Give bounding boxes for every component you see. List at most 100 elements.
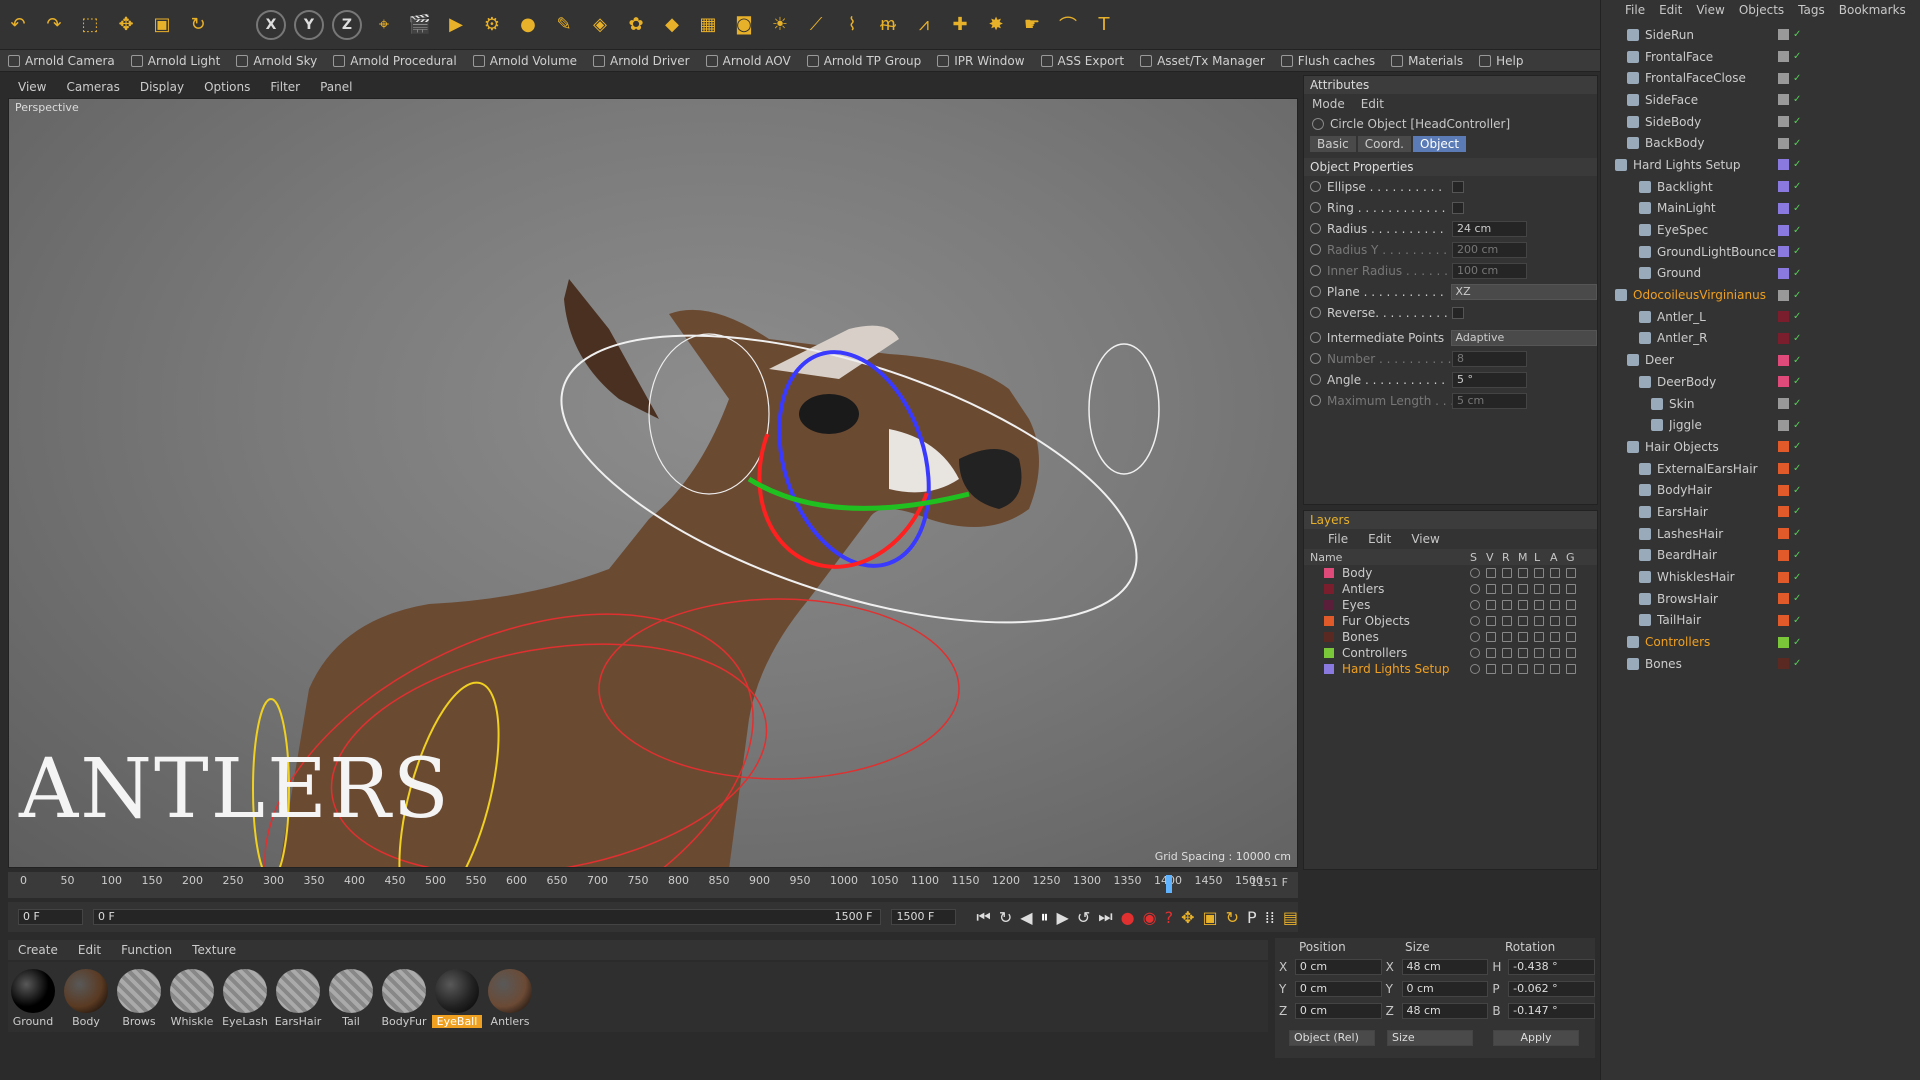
object-layer-tag[interactable] — [1778, 116, 1789, 128]
undo-icon[interactable]: ↶ — [1, 8, 35, 42]
object-tree-item[interactable]: Backlight ✓ — [1601, 176, 1920, 198]
layer-row[interactable]: Body — [1304, 565, 1597, 581]
visibility-check-icon[interactable]: ✓ — [1793, 506, 1801, 517]
arnold-button-13[interactable]: Help — [1471, 50, 1531, 72]
joint-icon[interactable]: ✚ — [943, 8, 977, 42]
visibility-check-icon[interactable]: ✓ — [1793, 398, 1801, 409]
visibility-check-icon[interactable]: ✓ — [1793, 268, 1801, 279]
object-tree-item[interactable]: Bones ✓ — [1601, 653, 1920, 675]
animate-radio[interactable] — [1310, 307, 1321, 318]
viewport-menu-4[interactable]: Filter — [260, 80, 310, 94]
property-value-field[interactable]: 200 cm — [1452, 241, 1527, 258]
object-tree-item[interactable]: MainLight ✓ — [1601, 198, 1920, 220]
rotation-field[interactable]: -0.147 ° — [1508, 1003, 1596, 1019]
object-layer-tag[interactable] — [1778, 311, 1789, 323]
key-pla-icon[interactable]: ⁞⁞ — [1265, 908, 1275, 927]
step-forward-icon[interactable]: ▶ — [1057, 908, 1069, 927]
render-picture-viewer-icon[interactable]: ▶ — [439, 8, 473, 42]
layer-toggle-icon[interactable] — [1566, 600, 1576, 610]
z-axis-lock-button[interactable]: Z — [332, 9, 362, 40]
object-layer-tag[interactable] — [1778, 593, 1789, 605]
layer-toggle-icon[interactable] — [1550, 568, 1560, 578]
layer-toggle-icon[interactable] — [1518, 632, 1528, 642]
layer-toggle-icon[interactable] — [1486, 568, 1496, 578]
object-layer-tag[interactable] — [1778, 549, 1789, 561]
arnold-button-7[interactable]: Arnold TP Group — [799, 50, 930, 72]
object-layer-tag[interactable] — [1778, 571, 1789, 583]
layer-toggle-icon[interactable] — [1550, 616, 1560, 626]
material-item[interactable]: Brows — [114, 966, 164, 1028]
playhead[interactable] — [1166, 875, 1172, 893]
object-tree-item[interactable]: Controllers ✓ — [1601, 631, 1920, 653]
timeline-icon[interactable]: ▤ — [1283, 908, 1298, 927]
record-icon[interactable]: ● — [1121, 908, 1135, 927]
property-checkbox[interactable] — [1452, 180, 1464, 193]
bone-icon[interactable]: ✸ — [979, 8, 1013, 42]
sphere-icon[interactable]: ● — [511, 8, 545, 42]
arnold-button-10[interactable]: Asset/Tx Manager — [1132, 50, 1273, 72]
object-layer-tag[interactable] — [1778, 159, 1789, 171]
loop-forward-icon[interactable]: ↺ — [1077, 908, 1090, 927]
preview-range-slider[interactable]: 0 F 1500 F — [92, 909, 882, 925]
visibility-check-icon[interactable]: ✓ — [1793, 637, 1801, 648]
object-tree-item[interactable]: OdocoileusVirginianus ✓ — [1601, 284, 1920, 306]
key-scale-icon[interactable]: ▣ — [1203, 908, 1218, 927]
viewport-menu-0[interactable]: View — [8, 80, 56, 94]
viewport-menu-5[interactable]: Panel — [310, 80, 362, 94]
attr-menu-edit[interactable]: Edit — [1361, 97, 1384, 111]
layer-toggle-icon[interactable] — [1486, 600, 1496, 610]
arnold-button-9[interactable]: ASS Export — [1033, 50, 1133, 72]
visibility-check-icon[interactable]: ✓ — [1793, 355, 1801, 366]
x-axis-lock-button[interactable]: X — [256, 9, 286, 40]
visibility-check-icon[interactable]: ✓ — [1793, 550, 1801, 561]
object-layer-tag[interactable] — [1778, 463, 1789, 475]
key-param-icon[interactable]: P — [1247, 908, 1257, 927]
object-layer-tag[interactable] — [1778, 181, 1789, 193]
visibility-check-icon[interactable]: ✓ — [1793, 485, 1801, 496]
animate-radio[interactable] — [1310, 265, 1321, 276]
layer-toggle-icon[interactable] — [1518, 664, 1528, 674]
layer-toggle-icon[interactable] — [1550, 632, 1560, 642]
rotation-field[interactable]: -0.062 ° — [1508, 981, 1596, 997]
curve-icon[interactable]: ⌒ — [1051, 8, 1085, 42]
layer-toggle-icon[interactable] — [1502, 664, 1512, 674]
layer-toggle-icon[interactable] — [1518, 648, 1528, 658]
animate-radio[interactable] — [1310, 244, 1321, 255]
arnold-button-1[interactable]: Arnold Light — [123, 50, 229, 72]
layers-menu-1[interactable]: Edit — [1368, 532, 1391, 546]
layer-row[interactable]: Hard Lights Setup — [1304, 661, 1597, 677]
arnold-button-5[interactable]: Arnold Driver — [585, 50, 698, 72]
attr-tab-0[interactable]: Basic — [1310, 136, 1356, 152]
scale-icon[interactable]: ▣ — [145, 8, 179, 42]
object-menu-4[interactable]: Tags — [1798, 3, 1825, 17]
visibility-check-icon[interactable]: ✓ — [1793, 246, 1801, 257]
property-value-field[interactable]: 100 cm — [1452, 262, 1527, 279]
object-tree-item[interactable]: SideBody ✓ — [1601, 111, 1920, 133]
object-layer-tag[interactable] — [1778, 528, 1789, 540]
visibility-check-icon[interactable]: ✓ — [1793, 376, 1801, 387]
object-tree-item[interactable]: FrontalFace ✓ — [1601, 46, 1920, 68]
object-tree-item[interactable]: DeerBody ✓ — [1601, 371, 1920, 393]
redo-icon[interactable]: ↷ — [37, 8, 71, 42]
layer-toggle-icon[interactable] — [1518, 600, 1528, 610]
object-layer-tag[interactable] — [1778, 636, 1789, 648]
object-layer-tag[interactable] — [1778, 658, 1789, 670]
current-frame-field[interactable]: 0 F — [18, 909, 83, 925]
layer-toggle-icon[interactable] — [1486, 664, 1496, 674]
object-layer-tag[interactable] — [1778, 419, 1789, 431]
visibility-check-icon[interactable]: ✓ — [1793, 159, 1801, 170]
visibility-check-icon[interactable]: ✓ — [1793, 615, 1801, 626]
object-layer-tag[interactable] — [1778, 246, 1789, 258]
property-value-field[interactable]: 24 cm — [1452, 220, 1527, 237]
visibility-check-icon[interactable]: ✓ — [1793, 29, 1801, 40]
attr-menu-mode[interactable]: Mode — [1312, 97, 1345, 111]
visibility-check-icon[interactable]: ✓ — [1793, 420, 1801, 431]
coordinate-icon[interactable]: ⌖ — [367, 8, 401, 42]
layer-toggle-icon[interactable] — [1550, 584, 1560, 594]
sculpt-icon[interactable]: ⌇ — [835, 8, 869, 42]
viewport-menu-3[interactable]: Options — [194, 80, 260, 94]
object-tree-item[interactable]: Antler_R ✓ — [1601, 328, 1920, 350]
apply-button[interactable]: Apply — [1493, 1030, 1579, 1046]
layer-toggle-icon[interactable] — [1534, 664, 1544, 674]
object-layer-tag[interactable] — [1778, 51, 1789, 63]
